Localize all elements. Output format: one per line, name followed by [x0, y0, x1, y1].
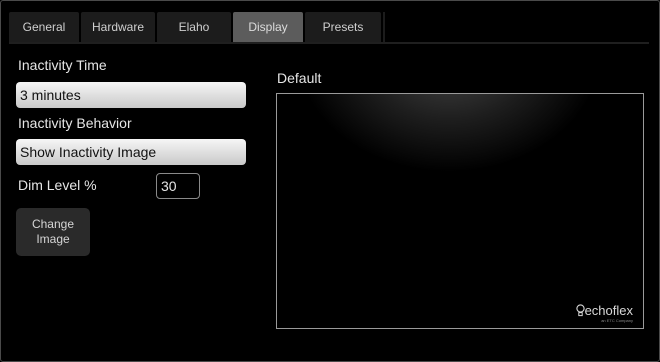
tab-bar-filler [383, 12, 649, 42]
tab-presets[interactable]: Presets [305, 12, 381, 42]
inactivity-time-dropdown[interactable]: 3 minutes [16, 82, 246, 108]
change-image-label-line2: Image [36, 232, 70, 246]
tab-general[interactable]: General [9, 12, 79, 42]
inactivity-behavior-dropdown[interactable]: Show Inactivity Image [16, 139, 246, 165]
inactivity-image-preview: echoflex an ETC Company [276, 93, 644, 329]
logo-subtext: an ETC Company [601, 318, 633, 323]
change-image-label-line1: Change [31, 217, 75, 231]
echoflex-logo: echoflex [575, 303, 633, 318]
lightbulb-icon [575, 304, 585, 317]
tab-elaho[interactable]: Elaho [157, 12, 231, 42]
dim-level-label: Dim Level % [18, 177, 97, 193]
tab-hardware[interactable]: Hardware [81, 12, 155, 42]
preview-label: Default [277, 70, 322, 86]
inactivity-behavior-label: Inactivity Behavior [18, 115, 132, 131]
dim-level-input[interactable]: 30 [156, 173, 200, 199]
change-image-button[interactable]: Change Image [16, 208, 90, 256]
inactivity-time-label: Inactivity Time [18, 57, 107, 73]
tab-display[interactable]: Display [233, 12, 303, 42]
logo-text: echoflex [584, 303, 633, 318]
tab-bar: General Hardware Elaho Display Presets [9, 12, 649, 44]
